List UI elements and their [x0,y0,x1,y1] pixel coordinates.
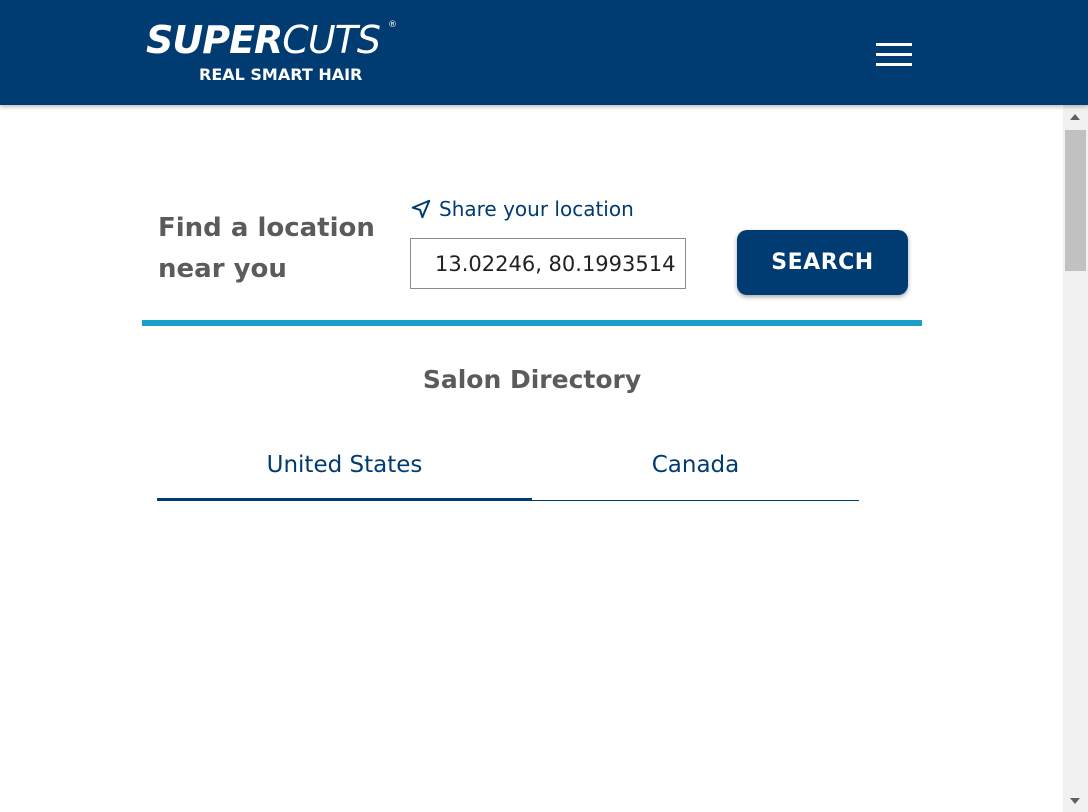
find-location-heading: Find a location near you [158,208,398,290]
country-tabs: United States Canada [157,440,859,501]
hamburger-menu-icon[interactable] [872,40,914,70]
scrollbar-thumb[interactable] [1065,130,1086,271]
scroll-up-arrow-icon[interactable] [1063,105,1088,125]
tab-united-states[interactable]: United States [157,440,532,501]
section-divider [142,320,922,326]
find-heading-line1: Find a location [158,213,375,243]
tab-canada[interactable]: Canada [532,440,859,500]
logo-brand-bold: SUPER [146,18,283,62]
scroll-down-arrow-icon[interactable] [1063,792,1088,812]
search-button[interactable]: SEARCH [737,230,908,295]
find-heading-line2: near you [158,254,287,284]
logo-tagline: REAL SMART HAIR [199,65,363,84]
location-arrow-icon [411,199,431,219]
logo-wordmark: SUPERCUTS [146,18,381,62]
registered-mark: ® [388,20,397,30]
share-location-link[interactable]: Share your location [410,194,634,224]
menu-bar-middle [876,53,912,56]
salon-directory-title: Salon Directory [422,365,642,394]
location-search-input[interactable] [410,238,686,289]
site-header: SUPERCUTS ® REAL SMART HAIR [0,0,1088,105]
menu-bar-bottom [876,63,912,66]
menu-bar-top [876,43,912,46]
logo-brand-light: CUTS [282,18,381,62]
share-location-label: Share your location [439,197,634,221]
supercuts-logo[interactable]: SUPERCUTS ® REAL SMART HAIR [146,18,406,88]
page-scrollbar[interactable] [1063,105,1088,812]
